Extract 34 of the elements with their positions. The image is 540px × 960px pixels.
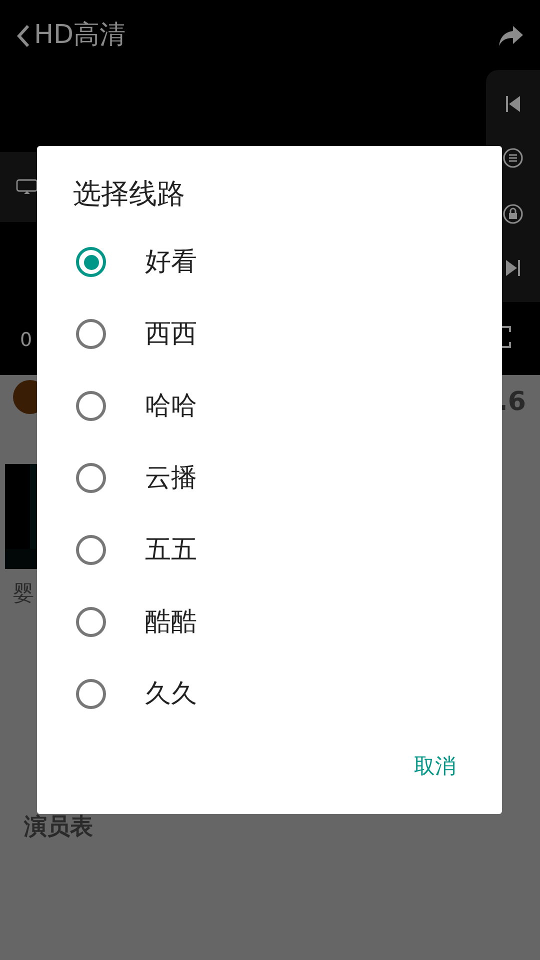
radio-button[interactable]	[76, 463, 106, 493]
option-label: 云播	[145, 462, 197, 494]
share-icon[interactable]	[498, 24, 524, 46]
radio-button[interactable]	[76, 607, 106, 637]
radio-button[interactable]	[76, 247, 106, 277]
option-label: 好看	[145, 246, 197, 278]
tv-cast-icon[interactable]	[16, 179, 38, 195]
dialog-title: 选择线路	[73, 176, 186, 212]
route-option[interactable]: 五五	[37, 514, 502, 586]
cancel-button[interactable]: 取消	[398, 742, 472, 790]
video-title: HD高清	[34, 19, 126, 52]
option-label: 久久	[145, 678, 197, 710]
radio-button[interactable]	[76, 679, 106, 709]
section-title: 演员表	[24, 813, 93, 842]
route-option[interactable]: 酷酷	[37, 586, 502, 658]
option-label: 五五	[145, 534, 197, 566]
fullscreen-icon[interactable]	[500, 326, 512, 348]
next-icon[interactable]	[505, 259, 521, 277]
radio-button[interactable]	[76, 535, 106, 565]
route-option[interactable]: 西西	[37, 298, 502, 370]
option-label: 酷酷	[145, 606, 197, 638]
radio-button[interactable]	[76, 391, 106, 421]
lock-icon[interactable]	[502, 203, 524, 225]
route-option[interactable]: 久久	[37, 658, 502, 730]
option-label: 哈哈	[145, 390, 197, 422]
back-icon[interactable]	[16, 24, 30, 48]
video-caption: 婴	[13, 580, 34, 607]
route-option[interactable]: 云播	[37, 442, 502, 514]
option-label: 西西	[145, 318, 197, 350]
previous-icon[interactable]	[505, 95, 521, 113]
route-option[interactable]: 好看	[37, 226, 502, 298]
playback-time: 0	[20, 328, 32, 353]
list-refresh-icon[interactable]	[502, 147, 524, 169]
radio-button[interactable]	[76, 319, 106, 349]
